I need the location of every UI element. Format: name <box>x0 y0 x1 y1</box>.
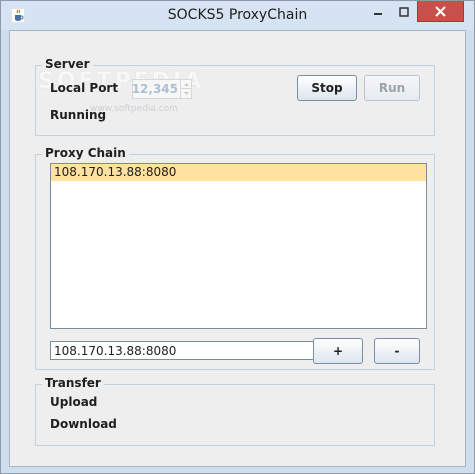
arrow-up-icon <box>183 82 189 86</box>
spinner-up-button[interactable] <box>180 80 191 89</box>
maximize-button[interactable] <box>391 1 417 22</box>
app-window: SOCKS5 ProxyChain Server SOFTPEDIA www.s… <box>0 0 475 474</box>
local-port-label: Local Port <box>50 81 119 95</box>
upload-label: Upload <box>50 395 98 409</box>
server-status-label: Running <box>50 108 107 122</box>
spinner-down-button[interactable] <box>180 89 191 98</box>
download-label: Download <box>50 417 117 431</box>
maximize-icon <box>399 6 409 17</box>
run-button[interactable]: Run <box>364 75 420 101</box>
local-port-spinner[interactable]: 12,345 <box>132 79 192 99</box>
proxy-list-item[interactable]: 108.170.13.88:8080 <box>51 164 426 181</box>
minimize-icon <box>374 12 382 15</box>
proxy-chain-list[interactable]: 108.170.13.88:8080 <box>50 163 427 329</box>
server-group-title: Server <box>42 57 93 71</box>
proxy-chain-group-title: Proxy Chain <box>42 146 129 160</box>
remove-proxy-button[interactable]: - <box>374 338 420 364</box>
client-area: Server SOFTPEDIA www.softpedia.com Local… <box>9 30 466 467</box>
local-port-value[interactable]: 12,345 <box>132 82 178 96</box>
title-bar[interactable]: SOCKS5 ProxyChain <box>1 1 474 30</box>
stop-button[interactable]: Stop <box>297 75 357 101</box>
minimize-button[interactable] <box>365 1 391 22</box>
add-proxy-button[interactable]: + <box>313 338 363 364</box>
arrow-down-icon <box>183 92 189 95</box>
close-icon <box>435 5 446 17</box>
transfer-group-title: Transfer <box>42 376 104 390</box>
proxy-address-input[interactable] <box>50 341 314 360</box>
transfer-group: Transfer <box>35 376 435 446</box>
close-button[interactable] <box>417 1 464 22</box>
